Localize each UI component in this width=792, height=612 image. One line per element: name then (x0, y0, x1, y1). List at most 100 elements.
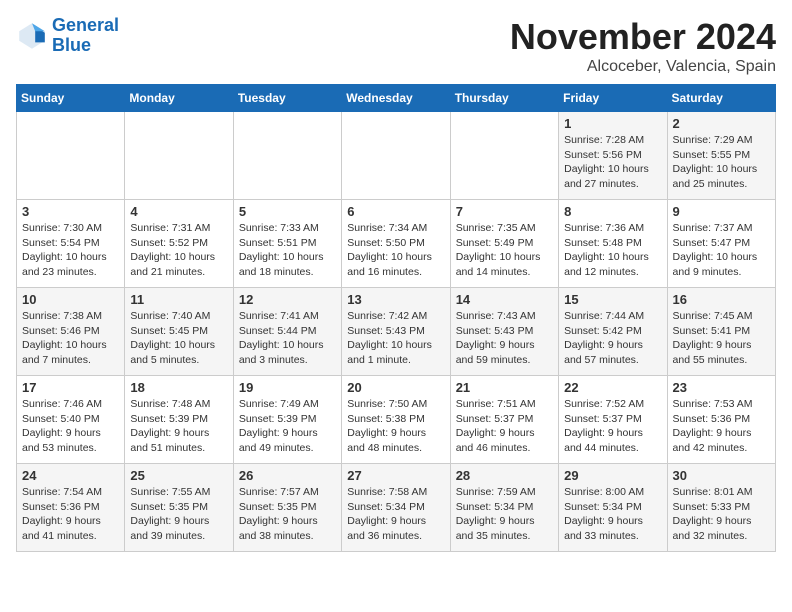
calendar-week-row: 10Sunrise: 7:38 AM Sunset: 5:46 PM Dayli… (17, 288, 776, 376)
location: Alcoceber, Valencia, Spain (510, 58, 776, 76)
day-info: Sunrise: 7:57 AM Sunset: 5:35 PM Dayligh… (239, 485, 336, 544)
calendar-cell: 3 Sunrise: 7:30 AM Sunset: 5:54 PM Daylig… (17, 200, 125, 288)
calendar-cell: 7Sunrise: 7:35 AM Sunset: 5:49 PM Daylig… (450, 200, 558, 288)
day-number: 3 (22, 204, 119, 219)
calendar-cell: 12 Sunrise: 7:41 AM Sunset: 5:44 PM Dayli… (233, 288, 341, 376)
day-number: 29 (564, 468, 661, 483)
day-info: Sunrise: 7:34 AM Sunset: 5:50 PM Dayligh… (347, 221, 444, 280)
calendar-cell: 18 Sunrise: 7:48 AM Sunset: 5:39 PM Dayli… (125, 376, 233, 464)
day-info: Sunrise: 7:58 AM Sunset: 5:34 PM Dayligh… (347, 485, 444, 544)
day-number: 17 (22, 380, 119, 395)
day-number: 20 (347, 380, 444, 395)
calendar-cell: 30 Sunrise: 8:01 AM Sunset: 5:33 PM Dayli… (667, 464, 775, 552)
day-info: Sunrise: 7:28 AM Sunset: 5:56 PM Dayligh… (564, 133, 661, 192)
day-number: 14 (456, 292, 553, 307)
day-info: Sunrise: 8:01 AM Sunset: 5:33 PM Dayligh… (673, 485, 770, 544)
day-number: 4 (130, 204, 227, 219)
day-number: 30 (673, 468, 770, 483)
calendar-cell: 17 Sunrise: 7:46 AM Sunset: 5:40 PM Dayli… (17, 376, 125, 464)
calendar-cell: 19Sunrise: 7:49 AM Sunset: 5:39 PM Dayli… (233, 376, 341, 464)
calendar-cell: 20Sunrise: 7:50 AM Sunset: 5:38 PM Dayli… (342, 376, 450, 464)
logo: General Blue (16, 16, 119, 56)
day-info: Sunrise: 7:52 AM Sunset: 5:37 PM Dayligh… (564, 397, 661, 456)
day-info: Sunrise: 7:54 AM Sunset: 5:36 PM Dayligh… (22, 485, 119, 544)
day-info: Sunrise: 7:36 AM Sunset: 5:48 PM Dayligh… (564, 221, 661, 280)
day-info: Sunrise: 7:45 AM Sunset: 5:41 PM Dayligh… (673, 309, 770, 368)
day-info: Sunrise: 7:59 AM Sunset: 5:34 PM Dayligh… (456, 485, 553, 544)
calendar-cell (233, 112, 341, 200)
day-info: Sunrise: 7:48 AM Sunset: 5:39 PM Dayligh… (130, 397, 227, 456)
calendar-week-row: 24 Sunrise: 7:54 AM Sunset: 5:36 PM Dayli… (17, 464, 776, 552)
logo-line1: General (52, 15, 119, 35)
calendar-cell (450, 112, 558, 200)
calendar-week-row: 1 Sunrise: 7:28 AM Sunset: 5:56 PM Daylig… (17, 112, 776, 200)
day-info: Sunrise: 7:30 AM Sunset: 5:54 PM Dayligh… (22, 221, 119, 280)
day-number: 1 (564, 116, 661, 131)
day-info: Sunrise: 7:44 AM Sunset: 5:42 PM Dayligh… (564, 309, 661, 368)
day-number: 12 (239, 292, 336, 307)
day-number: 19 (239, 380, 336, 395)
day-number: 6 (347, 204, 444, 219)
calendar-cell: 11Sunrise: 7:40 AM Sunset: 5:45 PM Dayli… (125, 288, 233, 376)
day-number: 22 (564, 380, 661, 395)
day-number: 11 (130, 292, 227, 307)
day-number: 23 (673, 380, 770, 395)
calendar-cell: 29Sunrise: 8:00 AM Sunset: 5:34 PM Dayli… (559, 464, 667, 552)
calendar-week-row: 17 Sunrise: 7:46 AM Sunset: 5:40 PM Dayli… (17, 376, 776, 464)
weekday-header-row: SundayMondayTuesdayWednesdayThursdayFrid… (17, 85, 776, 112)
day-info: Sunrise: 7:31 AM Sunset: 5:52 PM Dayligh… (130, 221, 227, 280)
calendar-cell: 10Sunrise: 7:38 AM Sunset: 5:46 PM Dayli… (17, 288, 125, 376)
day-number: 25 (130, 468, 227, 483)
calendar-cell: 8 Sunrise: 7:36 AM Sunset: 5:48 PM Daylig… (559, 200, 667, 288)
day-info: Sunrise: 7:46 AM Sunset: 5:40 PM Dayligh… (22, 397, 119, 456)
calendar-cell (342, 112, 450, 200)
weekday-header: Sunday (17, 85, 125, 112)
calendar-table: SundayMondayTuesdayWednesdayThursdayFrid… (16, 84, 776, 552)
day-info: Sunrise: 7:35 AM Sunset: 5:49 PM Dayligh… (456, 221, 553, 280)
logo-line2: Blue (52, 35, 91, 55)
calendar-cell: 1 Sunrise: 7:28 AM Sunset: 5:56 PM Daylig… (559, 112, 667, 200)
calendar-cell: 24 Sunrise: 7:54 AM Sunset: 5:36 PM Dayli… (17, 464, 125, 552)
day-number: 2 (673, 116, 770, 131)
calendar-cell: 27Sunrise: 7:58 AM Sunset: 5:34 PM Dayli… (342, 464, 450, 552)
weekday-header: Wednesday (342, 85, 450, 112)
day-info: Sunrise: 7:37 AM Sunset: 5:47 PM Dayligh… (673, 221, 770, 280)
day-info: Sunrise: 7:42 AM Sunset: 5:43 PM Dayligh… (347, 309, 444, 368)
day-number: 5 (239, 204, 336, 219)
day-info: Sunrise: 7:38 AM Sunset: 5:46 PM Dayligh… (22, 309, 119, 368)
day-info: Sunrise: 7:33 AM Sunset: 5:51 PM Dayligh… (239, 221, 336, 280)
day-number: 28 (456, 468, 553, 483)
day-number: 16 (673, 292, 770, 307)
weekday-header: Friday (559, 85, 667, 112)
calendar-cell: 4 Sunrise: 7:31 AM Sunset: 5:52 PM Daylig… (125, 200, 233, 288)
page-header: General Blue November 2024 Alcoceber, Va… (16, 16, 776, 76)
month-title: November 2024 (510, 16, 776, 58)
day-number: 8 (564, 204, 661, 219)
logo-text: General Blue (52, 16, 119, 56)
calendar-cell: 15 Sunrise: 7:44 AM Sunset: 5:42 PM Dayli… (559, 288, 667, 376)
calendar-cell: 16 Sunrise: 7:45 AM Sunset: 5:41 PM Dayli… (667, 288, 775, 376)
calendar-cell: 25Sunrise: 7:55 AM Sunset: 5:35 PM Dayli… (125, 464, 233, 552)
logo-icon (16, 20, 48, 52)
calendar-cell: 23 Sunrise: 7:53 AM Sunset: 5:36 PM Dayli… (667, 376, 775, 464)
day-number: 9 (673, 204, 770, 219)
calendar-cell: 9 Sunrise: 7:37 AM Sunset: 5:47 PM Daylig… (667, 200, 775, 288)
weekday-header: Saturday (667, 85, 775, 112)
day-number: 18 (130, 380, 227, 395)
calendar-cell: 2Sunrise: 7:29 AM Sunset: 5:55 PM Daylig… (667, 112, 775, 200)
calendar-cell: 6 Sunrise: 7:34 AM Sunset: 5:50 PM Daylig… (342, 200, 450, 288)
day-info: Sunrise: 7:41 AM Sunset: 5:44 PM Dayligh… (239, 309, 336, 368)
day-info: Sunrise: 7:43 AM Sunset: 5:43 PM Dayligh… (456, 309, 553, 368)
day-number: 26 (239, 468, 336, 483)
day-number: 15 (564, 292, 661, 307)
day-info: Sunrise: 7:53 AM Sunset: 5:36 PM Dayligh… (673, 397, 770, 456)
day-number: 24 (22, 468, 119, 483)
calendar-cell (17, 112, 125, 200)
calendar-cell: 5 Sunrise: 7:33 AM Sunset: 5:51 PM Daylig… (233, 200, 341, 288)
weekday-header: Thursday (450, 85, 558, 112)
weekday-header: Tuesday (233, 85, 341, 112)
calendar-cell: 26 Sunrise: 7:57 AM Sunset: 5:35 PM Dayli… (233, 464, 341, 552)
calendar-cell: 22 Sunrise: 7:52 AM Sunset: 5:37 PM Dayli… (559, 376, 667, 464)
calendar-cell: 21Sunrise: 7:51 AM Sunset: 5:37 PM Dayli… (450, 376, 558, 464)
calendar-week-row: 3 Sunrise: 7:30 AM Sunset: 5:54 PM Daylig… (17, 200, 776, 288)
